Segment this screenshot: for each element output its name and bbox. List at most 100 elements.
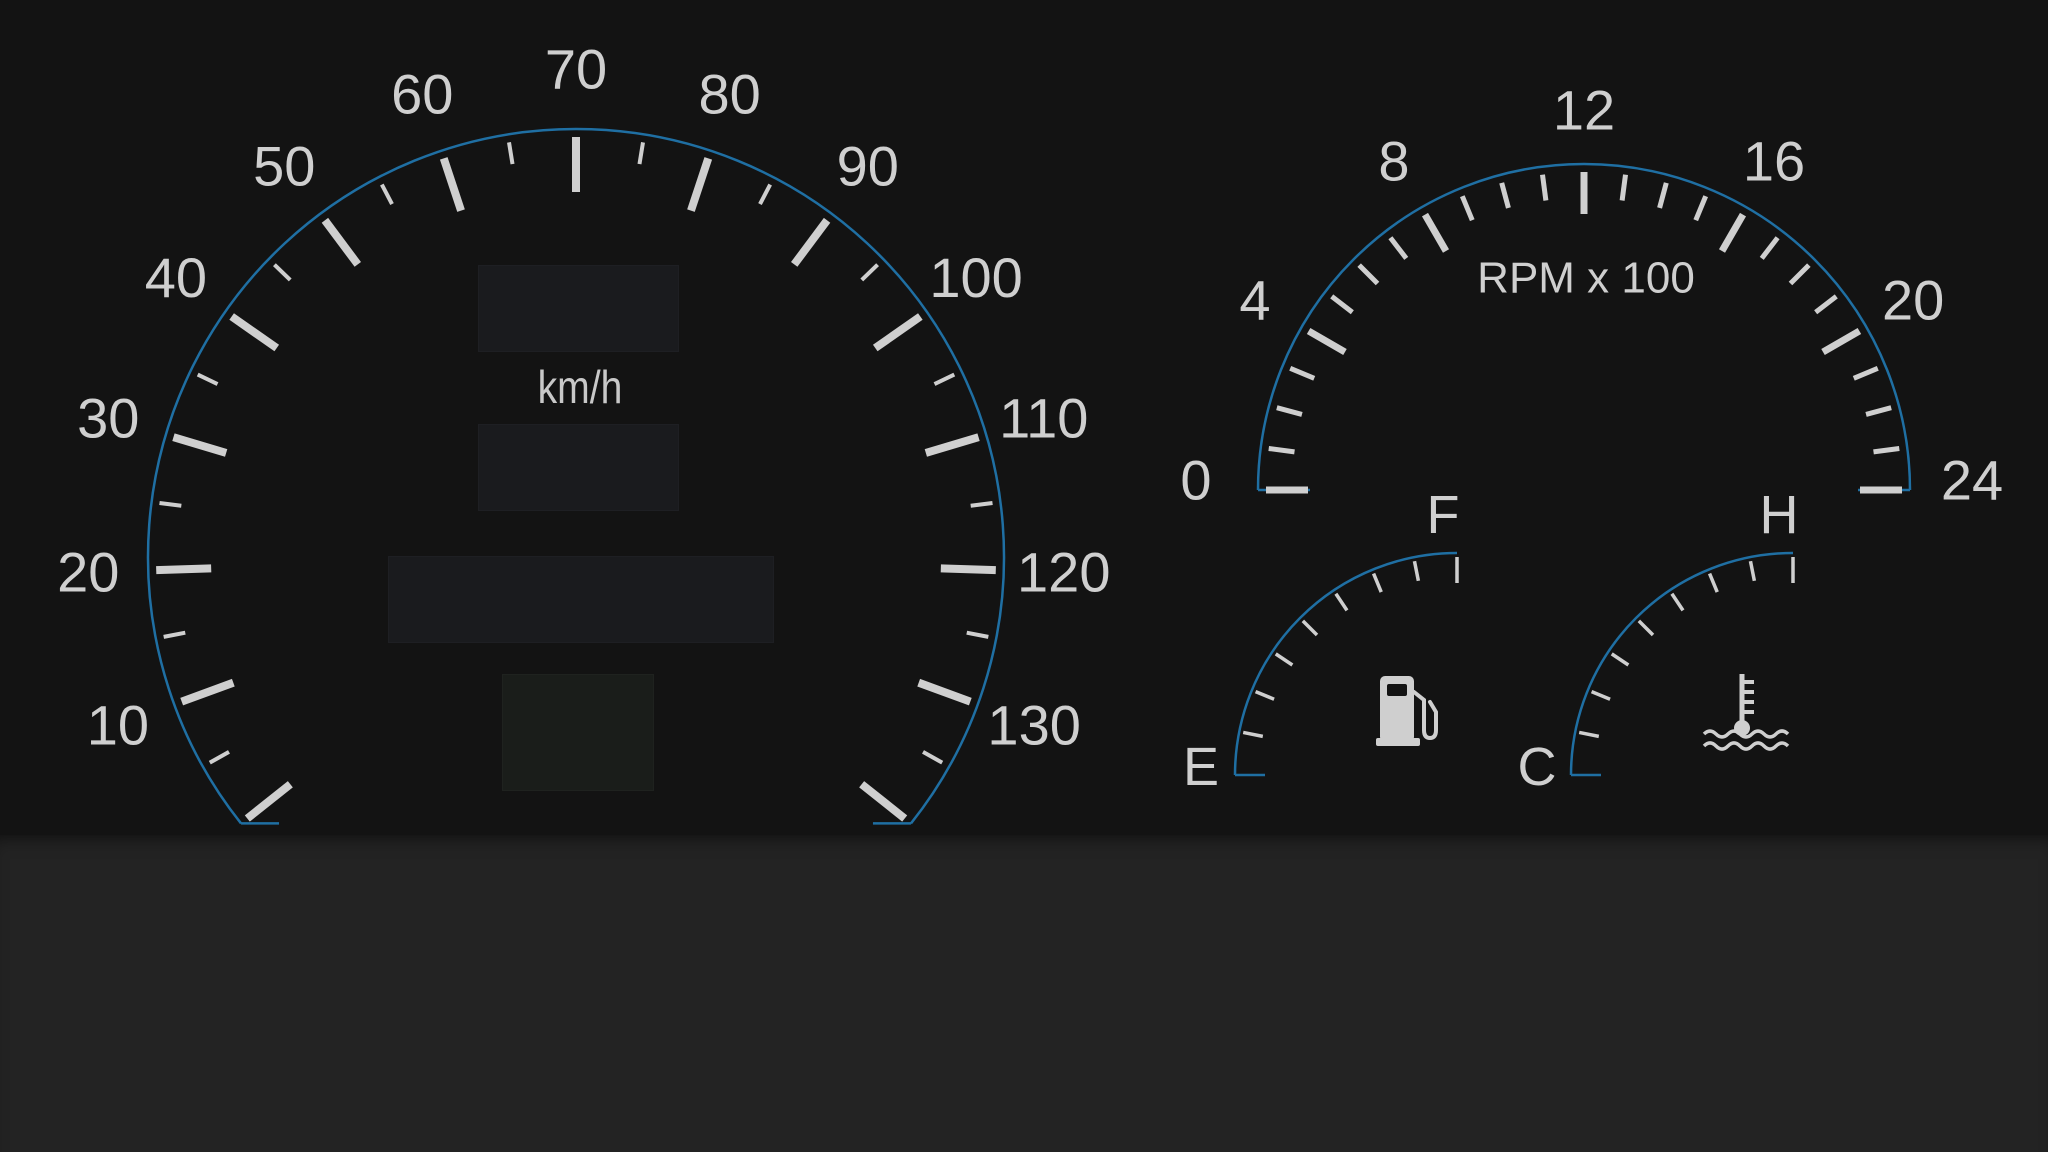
speedometer-minor-tick <box>966 630 989 639</box>
instrument-cluster: 0102030405060708090100110120130140048121… <box>57 38 2003 836</box>
temp-tick <box>1578 730 1600 739</box>
speedometer-major-tick <box>940 564 996 575</box>
speedometer-minor-tick <box>758 183 772 206</box>
tachometer-minor-tick <box>1788 263 1811 286</box>
tachometer-unit-label: RPM x 100 <box>1477 254 1695 303</box>
tachometer-major-tick <box>1306 327 1347 356</box>
speedometer-label: 60 <box>391 62 453 125</box>
tachometer-label: 20 <box>1882 269 1944 332</box>
fuel-gauge: EF <box>1183 485 1460 797</box>
speedometer-major-tick <box>172 433 228 457</box>
speedometer-major-tick <box>439 157 465 212</box>
tachometer-major-tick <box>1821 327 1862 356</box>
fuel-pump-icon <box>1376 676 1438 746</box>
speedometer-minor-tick <box>507 142 515 165</box>
speedometer-major-tick <box>229 313 280 352</box>
tachometer-minor-tick <box>1459 195 1475 222</box>
tachometer-minor-tick <box>1268 446 1295 455</box>
temp-tick <box>1748 560 1757 582</box>
tachometer-label: 0 <box>1180 449 1211 512</box>
speedometer-label: 110 <box>999 386 1088 449</box>
fuel-tick <box>1334 592 1349 612</box>
fuel-tick <box>1274 652 1294 667</box>
speedometer-major-tick <box>180 678 235 706</box>
indicator-readout <box>502 674 654 791</box>
speedometer-minor-tick <box>196 372 219 386</box>
speedometer-major-tick <box>687 157 713 212</box>
speedometer-major-tick <box>859 781 908 822</box>
speedometer-minor-tick <box>970 500 993 508</box>
temp-tick <box>1637 619 1655 637</box>
tachometer-minor-tick <box>1852 365 1879 381</box>
coolant-temperature-icon <box>1702 674 1790 751</box>
speedometer-minor-tick <box>159 500 182 508</box>
speedometer-minor-tick <box>637 142 645 165</box>
speedometer-minor-tick <box>273 263 292 282</box>
fuel-low-label: E <box>1183 737 1219 797</box>
speedometer-label: 120 <box>1017 541 1110 604</box>
fuel-tick <box>1242 730 1264 739</box>
tachometer-minor-tick <box>1619 174 1628 201</box>
temp-high-label: H <box>1760 485 1799 545</box>
speed-readout-top <box>478 265 679 352</box>
fuel-tick <box>1301 619 1319 637</box>
fuel-tick <box>1254 689 1275 701</box>
speedometer-label: 10 <box>87 694 149 757</box>
tachometer-major-tick <box>1718 212 1747 253</box>
tachometer-minor-tick <box>1289 365 1316 381</box>
tachometer-label: 8 <box>1378 129 1409 192</box>
speedometer-minor-tick <box>860 263 879 282</box>
speedometer-minor-tick <box>163 630 186 639</box>
speedometer-label: 90 <box>837 134 899 197</box>
fuel-high-label: F <box>1427 485 1460 545</box>
tachometer-minor-tick <box>1357 263 1380 286</box>
speedometer-major-tick <box>924 433 980 457</box>
tachometer-minor-tick <box>1865 405 1892 417</box>
tachometer-minor-tick <box>1759 236 1780 260</box>
tachometer-label: 16 <box>1743 129 1805 192</box>
tachometer-minor-tick <box>1693 195 1709 222</box>
speedometer-minor-tick <box>933 372 956 386</box>
speed-unit-label: km/h <box>537 361 623 413</box>
speed-readout-middle <box>478 424 679 511</box>
speedometer-label: 20 <box>57 541 119 604</box>
tachometer-label: 4 <box>1239 269 1270 332</box>
tachometer-minor-tick <box>1540 174 1549 201</box>
speedometer-major-tick <box>917 678 972 706</box>
speedometer-label: 100 <box>929 246 1022 309</box>
speedometer-label: 70 <box>545 38 607 101</box>
fuel-arc <box>1233 551 1458 776</box>
speedometer-major-tick <box>872 313 923 352</box>
tachometer-minor-tick <box>1657 182 1669 209</box>
temp-tick <box>1707 572 1719 593</box>
tachometer-minor-tick <box>1499 182 1511 209</box>
temp-tick <box>1670 592 1685 612</box>
tachometer-label: 12 <box>1553 79 1615 142</box>
speedometer-label: 40 <box>145 246 207 309</box>
speedometer-major-tick <box>790 217 831 267</box>
speedometer-minor-tick <box>922 750 944 765</box>
tachometer-minor-tick <box>1330 294 1354 315</box>
tachometer-minor-tick <box>1388 236 1409 260</box>
speedometer-label: 130 <box>987 694 1080 757</box>
speedometer-major-tick <box>156 564 212 575</box>
speedometer-minor-tick <box>380 183 394 206</box>
temp-low-label: C <box>1518 737 1557 797</box>
temp-tick <box>1610 652 1630 667</box>
tachometer-major-tick <box>1421 212 1450 253</box>
tachometer-minor-tick <box>1814 294 1838 315</box>
bottom-panel <box>0 835 2048 1152</box>
fuel-tick <box>1371 572 1383 593</box>
speedometer-label: 80 <box>699 62 761 125</box>
temp-gauge: CH <box>1518 485 1799 797</box>
fuel-tick <box>1412 560 1421 582</box>
speedometer-label: 50 <box>253 134 315 197</box>
speedometer-minor-tick <box>208 750 230 765</box>
speedometer-major-tick <box>321 217 362 267</box>
speedometer-label: 30 <box>77 386 139 449</box>
temp-tick <box>1590 689 1611 701</box>
tachometer-label: 24 <box>1941 449 2003 512</box>
odometer-readout <box>388 556 774 643</box>
speedometer-major-tick <box>244 781 293 822</box>
tachometer-minor-tick <box>1873 446 1900 455</box>
